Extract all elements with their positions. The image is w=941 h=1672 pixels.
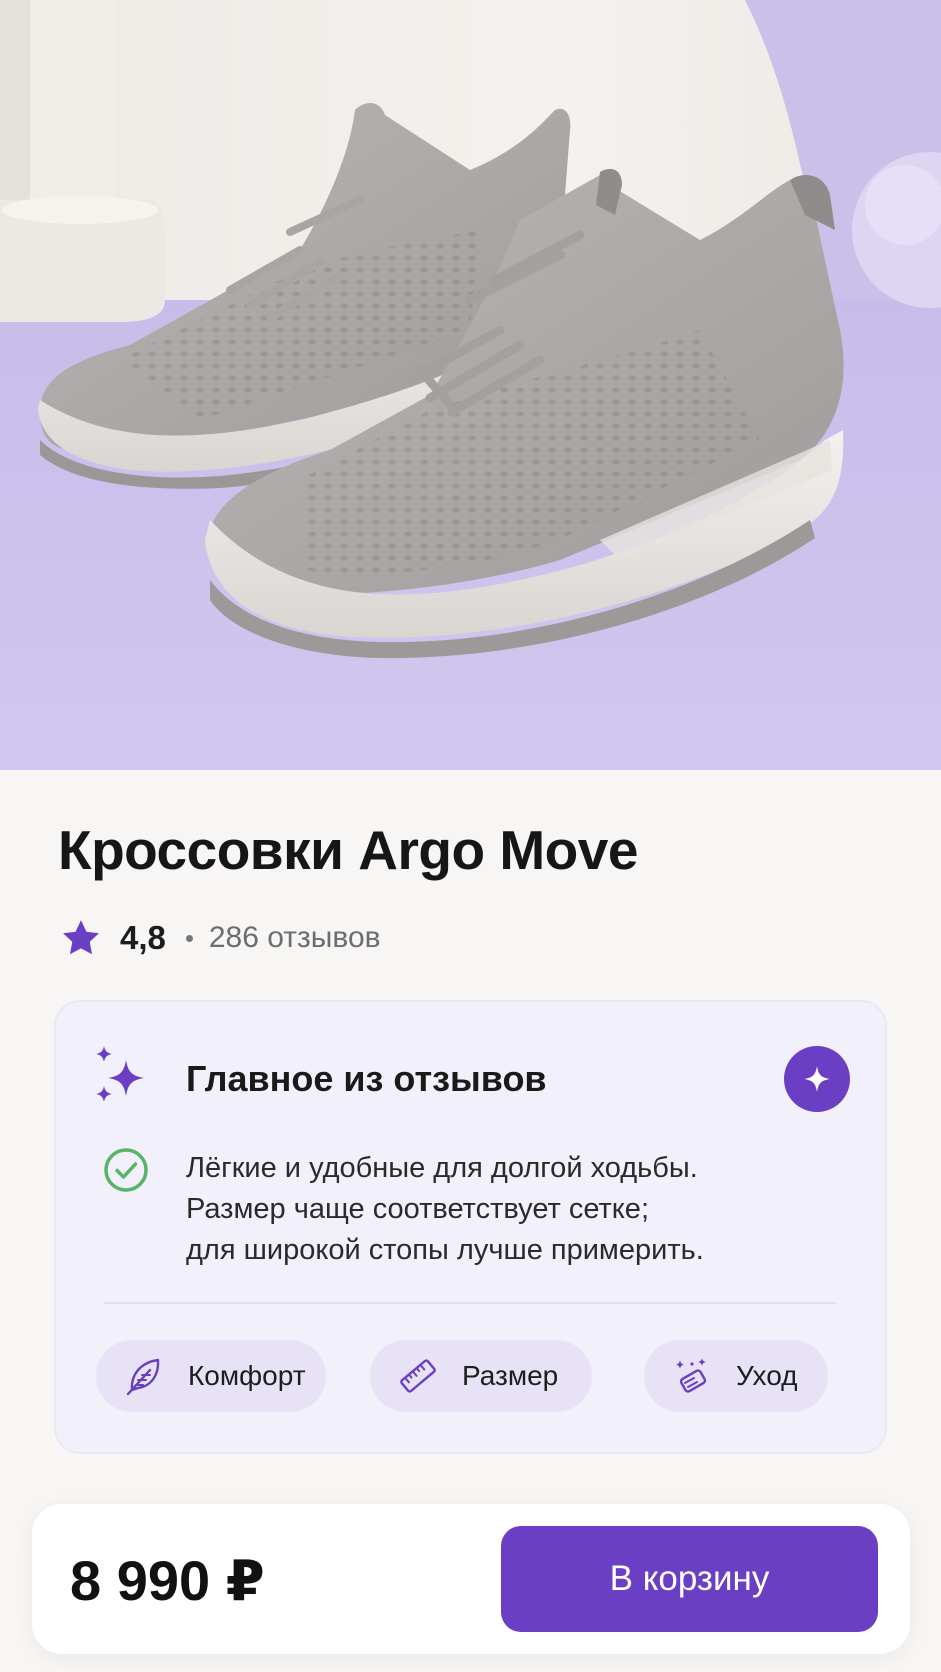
ruler-icon (400, 1359, 436, 1393)
summary-line: для широкой стопы лучше примерить. (186, 1234, 704, 1266)
review-summary-text: Лёгкие и удобные для долгой ходьбы. Разм… (186, 1148, 826, 1271)
price: 8 990 ₽ (70, 1549, 265, 1612)
summary-line: Размер чаще соответствует сетке; (186, 1193, 649, 1225)
chip-label: Комфорт (188, 1360, 306, 1391)
chip-size[interactable]: Размер (370, 1340, 592, 1412)
cleaning-sparkle-icon (676, 1358, 707, 1393)
ai-summary-button[interactable] (784, 1046, 850, 1112)
review-summary-card: Главное из отзывов Лёгкие и удобные для … (54, 1000, 887, 1454)
sparkles-icon (96, 1046, 144, 1102)
review-summary-title: Главное из отзывов (186, 1058, 547, 1099)
sparkle-icon (804, 1066, 830, 1092)
rating-row[interactable]: 4,8 286 отзывов (60, 916, 381, 960)
chip-care[interactable]: Уход (644, 1340, 828, 1412)
feather-icon (126, 1358, 160, 1396)
product-title: Кроссовки Argo Move (58, 819, 638, 881)
chip-label: Размер (462, 1360, 559, 1391)
summary-line: Лёгкие и удобные для долгой ходьбы. (186, 1152, 698, 1184)
divider (104, 1302, 836, 1304)
star-icon (63, 920, 99, 955)
check-circle-icon (104, 1148, 148, 1192)
separator-dot (185, 934, 193, 942)
chip-comfort[interactable]: Комфорт (96, 1340, 326, 1412)
rating-value: 4,8 (120, 919, 166, 956)
purchase-bar: 8 990 ₽ В корзину (32, 1504, 910, 1654)
chip-label: Уход (736, 1360, 798, 1391)
product-image[interactable] (0, 0, 941, 770)
reviews-count-link[interactable]: 286 отзывов (209, 921, 381, 955)
add-to-cart-button[interactable]: В корзину (501, 1526, 878, 1632)
